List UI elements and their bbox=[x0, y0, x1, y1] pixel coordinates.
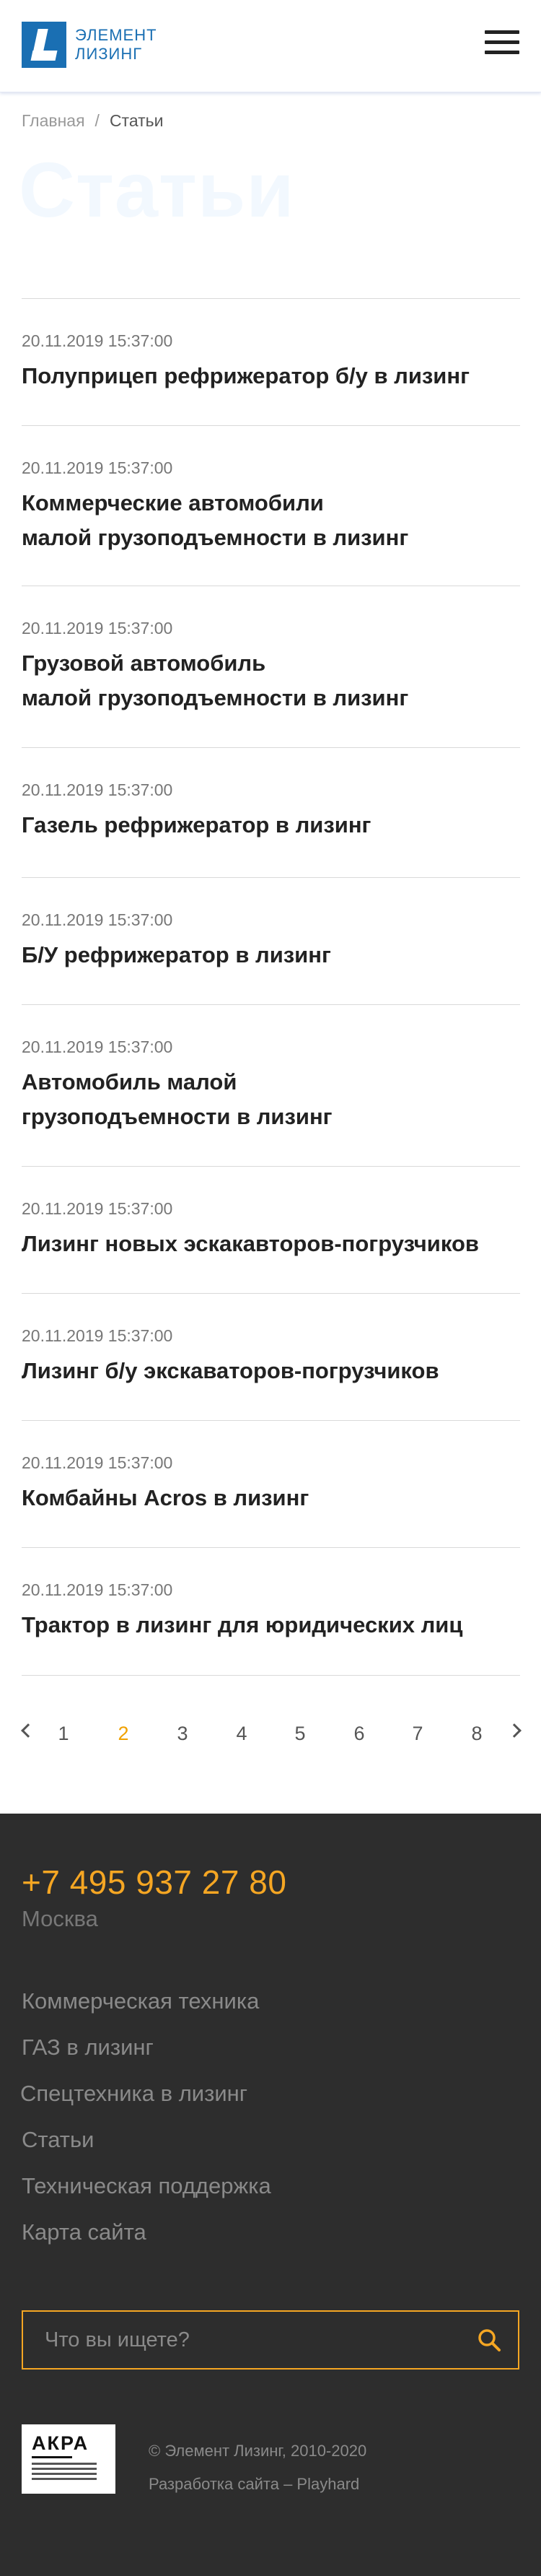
list-divider bbox=[22, 1675, 520, 1676]
article-title[interactable]: Автомобиль малой грузоподъемности в лизи… bbox=[22, 1065, 520, 1134]
list-item[interactable]: 20.11.2019 15:37:00 Грузовой автомобиль … bbox=[22, 586, 520, 747]
article-date: 20.11.2019 15:37:00 bbox=[22, 1326, 173, 1345]
list-item[interactable]: 20.11.2019 15:37:00 Комбайны Acros в лиз… bbox=[22, 1420, 520, 1547]
page-link[interactable]: 7 bbox=[412, 1723, 423, 1745]
article-list: 20.11.2019 15:37:00 Полуприцеп рефрижера… bbox=[22, 298, 520, 1676]
article-title-line: малой грузоподъемности в лизинг bbox=[22, 685, 409, 710]
article-title[interactable]: Грузовой автомобиль малой грузоподъемнос… bbox=[22, 646, 520, 715]
logo-icon bbox=[22, 22, 66, 68]
footer-phone[interactable]: +7 495 937 27 80 bbox=[22, 1863, 286, 1902]
article-title-line: Грузовой автомобиль bbox=[22, 650, 266, 676]
article-date: 20.11.2019 15:37:00 bbox=[22, 619, 173, 638]
article-title[interactable]: Комбайны Acros в лизинг bbox=[22, 1481, 520, 1515]
logo-line-1: ЭЛЕМЕНТ bbox=[75, 26, 157, 44]
article-date: 20.11.2019 15:37:00 bbox=[22, 910, 173, 929]
site-footer: +7 495 937 27 80 Москва Коммерческая тех… bbox=[0, 1814, 541, 2576]
logo-text: ЭЛЕМЕНТ ЛИЗИНГ bbox=[75, 26, 157, 64]
article-date: 20.11.2019 15:37:00 bbox=[22, 331, 173, 350]
article-date: 20.11.2019 15:37:00 bbox=[22, 1199, 173, 1218]
page-link[interactable]: 8 bbox=[471, 1723, 482, 1745]
prev-page-icon[interactable] bbox=[21, 1723, 35, 1738]
article-date: 20.11.2019 15:37:00 bbox=[22, 1037, 173, 1056]
breadcrumb-current: Статьи bbox=[109, 111, 164, 130]
page-link[interactable]: 3 bbox=[177, 1723, 188, 1745]
article-title[interactable]: Б/У рефрижератор в лизинг bbox=[22, 938, 520, 972]
breadcrumb: Главная / Статьи bbox=[22, 111, 163, 131]
list-item[interactable]: 20.11.2019 15:37:00 Лизинг б/у экскавато… bbox=[22, 1293, 520, 1420]
article-title[interactable]: Трактор в лизинг для юридических лиц bbox=[22, 1608, 520, 1642]
list-item[interactable]: 20.11.2019 15:37:00 Трактор в лизинг для… bbox=[22, 1547, 520, 1675]
page-link[interactable]: 4 bbox=[236, 1723, 247, 1745]
akra-logo-text: АКРА bbox=[32, 2432, 89, 2454]
search-input[interactable] bbox=[23, 2328, 460, 2352]
search-form bbox=[22, 2310, 519, 2370]
footer-city: Москва bbox=[22, 1906, 98, 1931]
pagination: 1 2 3 4 5 6 7 8 bbox=[21, 1723, 527, 1752]
search-button[interactable] bbox=[460, 2312, 518, 2368]
list-item[interactable]: 20.11.2019 15:37:00 Лизинг новых эскакав… bbox=[22, 1166, 520, 1293]
article-title-line: Коммерческие автомобили bbox=[22, 490, 324, 515]
page-link[interactable]: 6 bbox=[353, 1723, 364, 1745]
footer-link-gaz[interactable]: ГАЗ в лизинг bbox=[22, 2033, 271, 2079]
copyright-text: © Элемент Лизинг, 2010-2020 bbox=[149, 2442, 367, 2460]
page-link[interactable]: 1 bbox=[58, 1723, 69, 1745]
list-item[interactable]: 20.11.2019 15:37:00 Газель рефрижератор … bbox=[22, 747, 520, 877]
site-header: ЭЛЕМЕНТ ЛИЗИНГ bbox=[0, 0, 541, 92]
list-item[interactable]: 20.11.2019 15:37:00 Полуприцеп рефрижера… bbox=[22, 298, 520, 425]
page-link[interactable]: 5 bbox=[294, 1723, 305, 1745]
breadcrumb-separator: / bbox=[94, 111, 100, 130]
article-title[interactable]: Лизинг новых эскакавторов-погрузчиков bbox=[22, 1227, 520, 1261]
page-link-current[interactable]: 2 bbox=[118, 1723, 128, 1745]
list-item[interactable]: 20.11.2019 15:37:00 Коммерческие автомоб… bbox=[22, 425, 520, 586]
next-page-icon[interactable] bbox=[507, 1723, 522, 1738]
article-date: 20.11.2019 15:37:00 bbox=[22, 1453, 173, 1472]
menu-icon[interactable] bbox=[485, 30, 519, 55]
page-title: Статьи bbox=[19, 146, 295, 233]
article-title[interactable]: Лизинг б/у экскаваторов-погрузчиков bbox=[22, 1354, 520, 1388]
akra-rating-badge[interactable]: АКРА bbox=[22, 2424, 115, 2494]
footer-copyright-block: © Элемент Лизинг, 2010-2020 Разработка с… bbox=[149, 2434, 366, 2501]
footer-link-support[interactable]: Техническая поддержка bbox=[22, 2172, 271, 2218]
footer-link-sitemap[interactable]: Карта сайта bbox=[22, 2218, 271, 2264]
logo[interactable]: ЭЛЕМЕНТ ЛИЗИНГ bbox=[22, 22, 157, 68]
footer-nav: Коммерческая техника ГАЗ в лизинг Спецте… bbox=[20, 1987, 271, 2264]
search-icon bbox=[478, 2329, 501, 2351]
article-title-line: Автомобиль малой bbox=[22, 1069, 237, 1095]
logo-line-2: ЛИЗИНГ bbox=[75, 45, 143, 63]
article-title[interactable]: Газель рефрижератор в лизинг bbox=[22, 808, 520, 843]
article-title-line: малой грузоподъемности в лизинг bbox=[22, 525, 409, 550]
developer-link[interactable]: Разработка сайта – Playhard bbox=[149, 2468, 366, 2501]
footer-link-articles[interactable]: Статьи bbox=[22, 2125, 271, 2172]
footer-link-special[interactable]: Спецтехника в лизинг bbox=[20, 2079, 271, 2125]
article-title-line: грузоподъемности в лизинг bbox=[22, 1104, 333, 1129]
article-date: 20.11.2019 15:37:00 bbox=[22, 780, 173, 799]
article-date: 20.11.2019 15:37:00 bbox=[22, 458, 173, 477]
article-title[interactable]: Полуприцеп рефрижератор б/у в лизинг bbox=[22, 359, 520, 393]
list-item[interactable]: 20.11.2019 15:37:00 Автомобиль малой гру… bbox=[22, 1004, 520, 1166]
article-date: 20.11.2019 15:37:00 bbox=[22, 1580, 173, 1599]
breadcrumb-home[interactable]: Главная bbox=[22, 111, 85, 131]
article-title[interactable]: Коммерческие автомобили малой грузоподъе… bbox=[22, 486, 520, 555]
footer-link-commercial[interactable]: Коммерческая техника bbox=[22, 1987, 271, 2033]
list-item[interactable]: 20.11.2019 15:37:00 Б/У рефрижератор в л… bbox=[22, 877, 520, 1004]
